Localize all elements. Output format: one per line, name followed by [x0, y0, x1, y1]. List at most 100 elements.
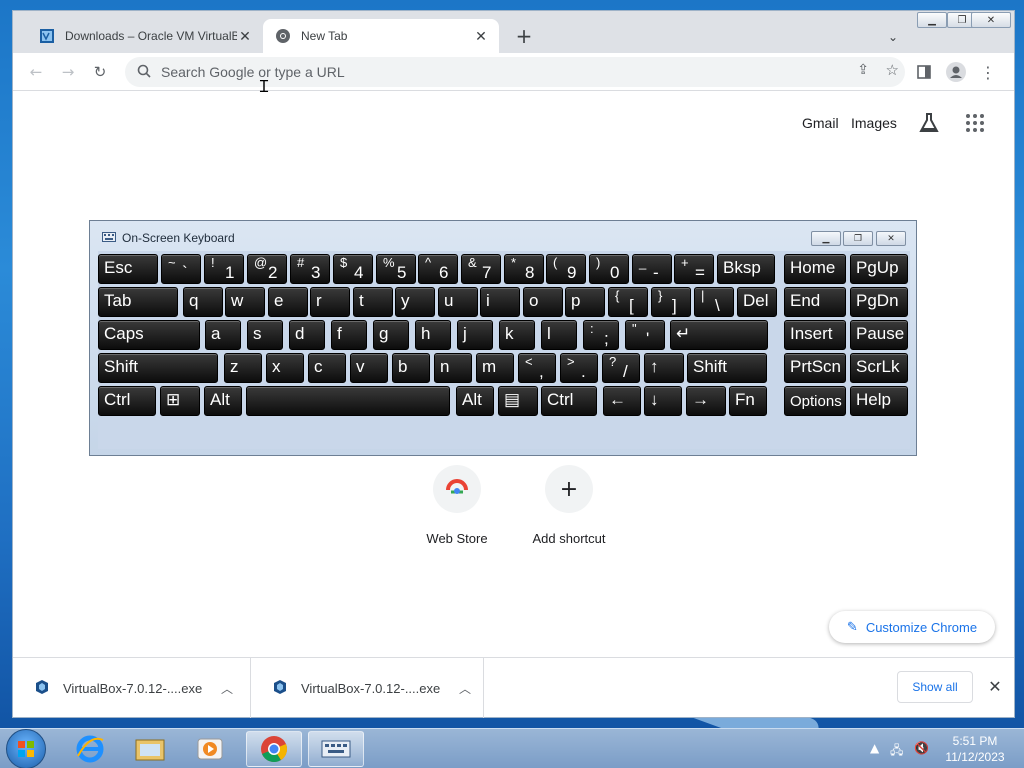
chevron-up-icon[interactable]: ︿ — [221, 680, 233, 697]
osk-key[interactable]: ← — [603, 386, 641, 416]
osk-key[interactable]: PgDn — [850, 287, 908, 317]
osk-key[interactable]: Alt — [204, 386, 242, 416]
start-button[interactable] — [6, 729, 46, 768]
osk-key[interactable]: " ' — [625, 320, 665, 350]
osk-key[interactable]: % 5 — [376, 254, 416, 284]
back-arrow-icon[interactable]: ← — [25, 61, 47, 83]
internet-explorer-icon[interactable] — [62, 731, 118, 767]
osk-key[interactable]: Fn — [729, 386, 767, 416]
new-tab-button[interactable]: + — [513, 24, 535, 48]
osk-key[interactable]: ? / — [602, 353, 640, 383]
osk-key[interactable]: PrtScn — [784, 353, 846, 383]
images-link[interactable]: Images — [851, 115, 897, 131]
osk-key[interactable]: + = — [674, 254, 714, 284]
osk-key[interactable]: :; — [583, 320, 619, 350]
osk-close-button[interactable]: ✕ — [876, 231, 906, 246]
osk-key[interactable]: ▤ — [498, 386, 538, 416]
address-input[interactable] — [161, 64, 761, 80]
osk-key[interactable]: n — [434, 353, 472, 383]
osk-key[interactable]: m — [476, 353, 514, 383]
shortcut-add[interactable]: + Add shortcut — [514, 465, 624, 546]
osk-key[interactable]: ! 1 — [204, 254, 244, 284]
osk-key[interactable]: End — [784, 287, 846, 317]
shortcut-web-store[interactable]: Web Store — [402, 465, 512, 546]
forward-arrow-icon[interactable]: → — [57, 61, 79, 83]
osk-key[interactable]: Shift — [98, 353, 218, 383]
side-panel-icon[interactable] — [913, 61, 935, 83]
osk-key[interactable]: Pause — [850, 320, 908, 350]
osk-key[interactable]: w — [225, 287, 265, 317]
osk-key[interactable]: Insert — [784, 320, 846, 350]
show-all-button[interactable]: Show all — [897, 671, 973, 703]
apps-grid-icon[interactable] — [965, 113, 985, 136]
osk-key[interactable]: >. — [560, 353, 598, 383]
labs-flask-icon[interactable] — [917, 111, 941, 138]
osk-key[interactable]: ↓ — [644, 386, 682, 416]
close-downloads-bar-icon[interactable]: ✕ — [985, 676, 1005, 696]
osk-key[interactable]: y — [395, 287, 435, 317]
osk-key[interactable]: ⊞ — [160, 386, 200, 416]
osk-key[interactable]: f — [331, 320, 367, 350]
osk-key[interactable]: Esc — [98, 254, 158, 284]
osk-key[interactable]: z — [224, 353, 262, 383]
download-item[interactable]: VirtualBox-7.0.12-....exe ︿ — [13, 658, 251, 718]
gmail-link[interactable]: Gmail — [802, 115, 839, 131]
osk-key[interactable]: h — [415, 320, 451, 350]
osk-key[interactable]: e — [268, 287, 308, 317]
osk-key[interactable]: & 7 — [461, 254, 501, 284]
osk-key[interactable]: _ - — [632, 254, 672, 284]
osk-key[interactable]: Tab — [98, 287, 178, 317]
osk-key[interactable]: Alt — [456, 386, 494, 416]
chrome-icon[interactable] — [246, 731, 302, 767]
bookmark-star-icon[interactable]: ☆ — [886, 61, 899, 79]
profile-avatar-icon[interactable] — [945, 61, 967, 83]
clock[interactable]: 5:51 PM 11/12/2023 — [940, 733, 1010, 765]
media-player-icon[interactable] — [182, 731, 238, 767]
osk-key[interactable]: Shift — [687, 353, 767, 383]
osk-key[interactable]: Bksp — [717, 254, 775, 284]
osk-key[interactable]: d — [289, 320, 325, 350]
osk-key[interactable]: t — [353, 287, 393, 317]
osk-key[interactable]: ↑ — [644, 353, 684, 383]
osk-key[interactable]: g — [373, 320, 409, 350]
osk-key[interactable]: a — [205, 320, 241, 350]
osk-key[interactable]: ^ 6 — [418, 254, 458, 284]
volume-muted-icon[interactable]: 🔇 — [914, 741, 929, 755]
reload-icon[interactable]: ↻ — [89, 61, 111, 83]
osk-key[interactable]: ) 0 — [589, 254, 629, 284]
osk-key[interactable]: q — [183, 287, 223, 317]
osk-key[interactable]: ↵ — [670, 320, 768, 350]
osk-key[interactable]: l — [541, 320, 577, 350]
osk-key[interactable]: Options — [784, 386, 846, 416]
network-icon[interactable]: 🖧 — [890, 741, 903, 762]
osk-key[interactable]: * 8 — [504, 254, 544, 284]
osk-key[interactable]: b — [392, 353, 430, 383]
menu-kebab-icon[interactable]: ⋮ — [977, 61, 999, 83]
close-button[interactable]: ✕ — [971, 12, 1011, 28]
omnibox[interactable]: ⇪ ☆ — [125, 57, 905, 87]
osk-key[interactable]: Caps — [98, 320, 200, 350]
tab-close-icon[interactable]: ✕ — [473, 28, 489, 44]
download-item[interactable]: VirtualBox-7.0.12-....exe ︿ — [251, 658, 484, 718]
osk-key[interactable]: p — [565, 287, 605, 317]
osk-key[interactable]: Help — [850, 386, 908, 416]
osk-key[interactable]: (9 — [546, 254, 586, 284]
osk-key[interactable] — [246, 386, 450, 416]
osk-key[interactable]: i — [480, 287, 520, 317]
osk-restore-button[interactable]: ❐ — [843, 231, 873, 246]
windows-explorer-icon[interactable] — [122, 731, 178, 767]
osk-key[interactable]: Home — [784, 254, 846, 284]
show-hidden-icons-icon[interactable]: ▲ — [870, 741, 879, 755]
tab-new-tab[interactable]: New Tab ✕ — [263, 19, 499, 53]
osk-key[interactable]: → — [686, 386, 726, 416]
osk-key[interactable]: o — [523, 287, 563, 317]
tab-search-chevron-down-icon[interactable]: ⌄ — [883, 27, 903, 47]
osk-key[interactable]: k — [499, 320, 535, 350]
customize-chrome-button[interactable]: ✎ Customize Chrome — [829, 611, 995, 643]
tab-virtualbox-downloads[interactable]: Downloads – Oracle VM VirtualBox ✕ — [27, 19, 263, 53]
share-icon[interactable]: ⇪ — [857, 62, 869, 78]
tab-close-icon[interactable]: ✕ — [237, 28, 253, 44]
on-screen-keyboard-icon[interactable] — [308, 731, 364, 767]
osk-minimize-button[interactable]: ▁ — [811, 231, 841, 246]
osk-key[interactable]: {[ — [608, 287, 648, 317]
